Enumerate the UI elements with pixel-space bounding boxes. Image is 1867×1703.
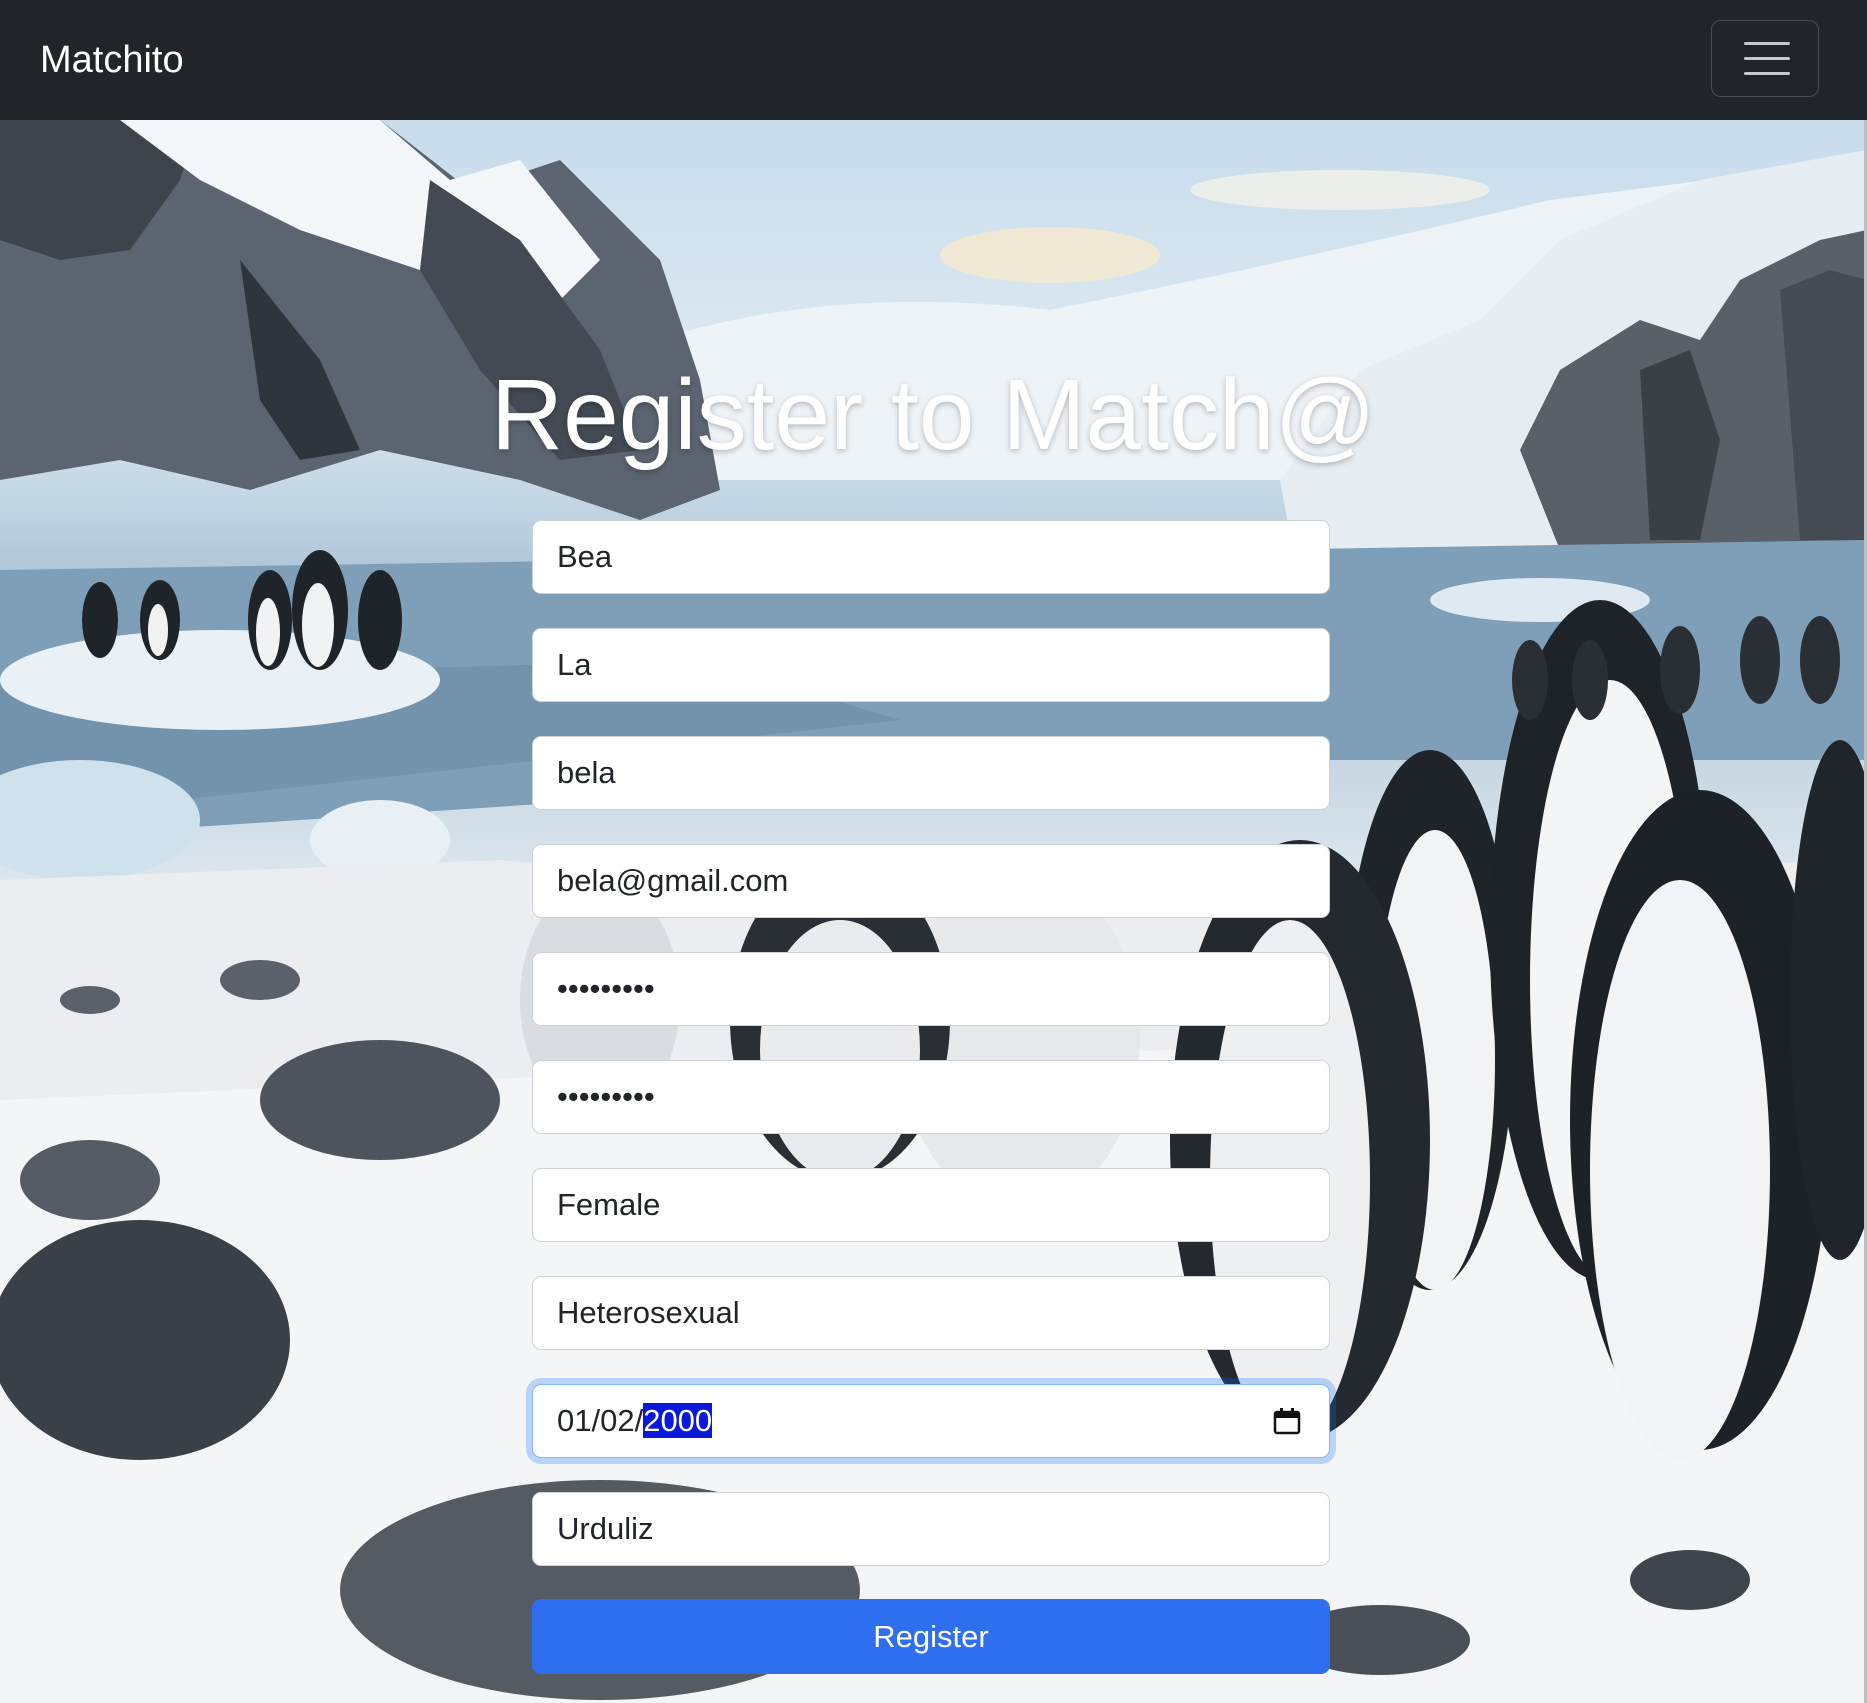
hamburger-menu-icon-bar	[1744, 57, 1790, 60]
last-name-input[interactable]: La	[532, 628, 1330, 702]
calendar-icon[interactable]	[1273, 1407, 1301, 1435]
brand-link[interactable]: Matchito	[40, 36, 184, 84]
first-name-input[interactable]: Bea	[532, 520, 1330, 594]
hamburger-menu-icon-bar	[1744, 72, 1790, 75]
navbar-toggler-button[interactable]	[1711, 20, 1819, 97]
birthdate-input[interactable]: 01/02/2000	[532, 1384, 1330, 1458]
birthdate-day-month: 01/02/	[557, 1403, 644, 1438]
page-title: Register to Match@	[490, 359, 1377, 471]
confirm-password-input[interactable]: •••••••••	[532, 1060, 1330, 1134]
username-input[interactable]: bela	[532, 736, 1330, 810]
city-input[interactable]: Urduliz	[532, 1492, 1330, 1566]
email-input[interactable]: bela@gmail.com	[532, 844, 1330, 918]
birthdate-year-selected[interactable]: 2000	[643, 1403, 713, 1438]
hamburger-menu-icon	[1744, 42, 1790, 45]
register-button[interactable]: Register	[532, 1599, 1330, 1674]
gender-input[interactable]: Female	[532, 1168, 1330, 1242]
sexual-orientation-input[interactable]: Heterosexual	[532, 1276, 1330, 1350]
password-input[interactable]: •••••••••	[532, 952, 1330, 1026]
top-navbar: Matchito	[0, 0, 1867, 120]
